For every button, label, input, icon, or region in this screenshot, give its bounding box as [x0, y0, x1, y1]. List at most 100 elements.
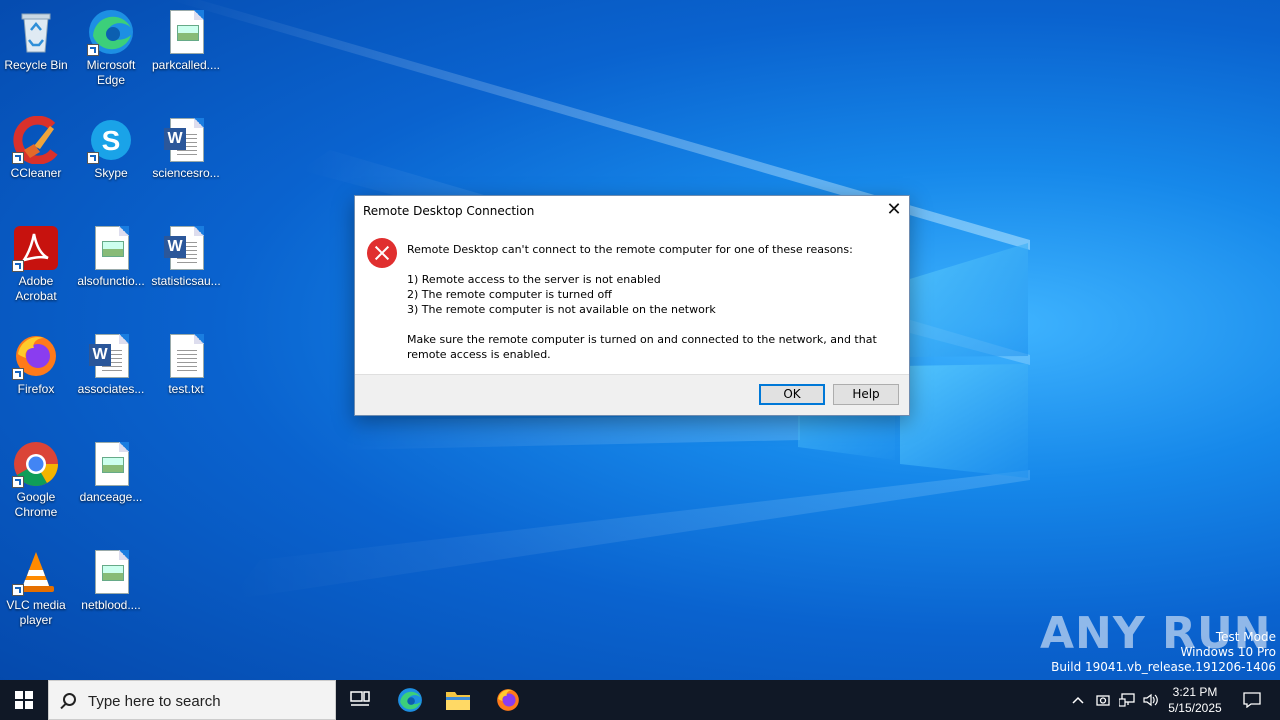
dialog-message: Remote Desktop can't connect to the remo…	[407, 242, 902, 362]
shortcut-arrow-icon	[12, 260, 24, 272]
word-document-icon: W	[87, 332, 135, 380]
desktop-icon-label: Adobe Acrobat	[15, 274, 57, 303]
image-file-icon	[162, 8, 210, 56]
taskbar-file-explorer-button[interactable]	[434, 680, 482, 720]
shortcut-arrow-icon	[12, 368, 24, 380]
desktop-icon-label: Firefox	[17, 382, 55, 396]
shortcut-arrow-icon	[87, 152, 99, 164]
desktop-icon-edge[interactable]: Microsoft Edge	[75, 8, 147, 88]
speaker-icon	[1143, 693, 1158, 707]
edge-icon	[87, 8, 135, 56]
folder-icon	[446, 692, 470, 710]
firefox-icon	[497, 689, 519, 711]
desktop-icon-label: statisticsau...	[151, 274, 221, 288]
desktop-icon-skype[interactable]: S Skype	[75, 116, 147, 181]
error-heading: Remote Desktop can't connect to the remo…	[407, 243, 853, 256]
watermark-line: Build 19041.vb_release.191206-1406	[1051, 660, 1276, 674]
desktop-icon-test-txt[interactable]: test.txt	[150, 332, 222, 397]
network-button[interactable]	[1116, 680, 1138, 720]
tray-app-button[interactable]	[1092, 680, 1114, 720]
task-view-button[interactable]	[336, 680, 384, 720]
windows-test-mode-watermark: Test Mode Windows 10 Pro Build 19041.vb_…	[1051, 630, 1276, 675]
dialog-footer: OK Help	[355, 374, 909, 415]
vlc-cone-icon	[12, 548, 60, 596]
desktop-icon-label: sciencesro...	[152, 166, 220, 180]
desktop-icon-label: CCleaner	[10, 166, 62, 180]
help-button[interactable]: Help	[833, 384, 899, 405]
svg-text:S: S	[102, 125, 121, 156]
desktop-icon-label: Microsoft Edge	[86, 58, 136, 87]
desktop-icon-label: Google Chrome	[14, 490, 58, 519]
reason-item: 2) The remote computer is turned off	[407, 288, 612, 301]
desktop-icon-label: Skype	[94, 166, 128, 180]
ok-button[interactable]: OK	[759, 384, 825, 405]
chrome-icon	[12, 440, 60, 488]
taskbar: Type here to search 3:21 PM 5/15/2025	[0, 680, 1280, 720]
error-icon	[367, 238, 397, 268]
desktop-icon-adobe-acrobat[interactable]: Adobe Acrobat	[0, 224, 72, 304]
clock-date: 5/15/2025	[1168, 701, 1222, 715]
shortcut-arrow-icon	[87, 44, 99, 56]
search-placeholder: Type here to search	[88, 693, 221, 710]
recycle-bin-icon	[12, 8, 60, 56]
ccleaner-icon	[12, 115, 60, 165]
error-advice: Make sure the remote computer is turned …	[407, 333, 877, 361]
reason-item: 3) The remote computer is not available …	[407, 303, 716, 316]
camera-tray-icon	[1096, 695, 1110, 706]
network-icon	[1119, 693, 1135, 707]
dialog-title: Remote Desktop Connection	[363, 204, 535, 218]
word-document-icon: W	[162, 116, 210, 164]
dialog-titlebar[interactable]: Remote Desktop Connection ✕	[355, 196, 909, 226]
desktop-icon-label: parkcalled....	[151, 58, 221, 72]
desktop-icon-label: alsofunctio...	[77, 274, 145, 288]
remote-desktop-error-dialog: Remote Desktop Connection ✕ Remote Deskt…	[354, 195, 910, 416]
taskbar-edge-button[interactable]	[386, 680, 434, 720]
taskbar-search-box[interactable]: Type here to search	[48, 680, 336, 720]
desktop-icon-sciencesro[interactable]: W sciencesro...	[150, 116, 222, 181]
desktop-icon-label: VLC media player	[6, 598, 66, 627]
word-document-icon: W	[162, 224, 210, 272]
clock-time: 3:21 PM	[1172, 685, 1218, 699]
firefox-icon	[12, 332, 60, 380]
watermark-line: Windows 10 Pro	[1180, 645, 1276, 659]
desktop-icon-vlc[interactable]: VLC media player	[0, 548, 72, 628]
edge-icon	[398, 688, 422, 712]
desktop-icon-google-chrome[interactable]: Google Chrome	[0, 440, 72, 520]
image-file-icon	[87, 548, 135, 596]
close-icon[interactable]: ✕	[879, 196, 909, 224]
image-file-icon	[87, 224, 135, 272]
desktop-icon-ccleaner[interactable]: CCleaner	[0, 115, 72, 181]
desktop-icon-firefox[interactable]: Firefox	[0, 332, 72, 397]
volume-button[interactable]	[1140, 680, 1162, 720]
action-center-button[interactable]	[1232, 680, 1272, 720]
show-hidden-icons-button[interactable]	[1066, 680, 1090, 720]
taskbar-clock[interactable]: 3:21 PM 5/15/2025	[1160, 684, 1230, 716]
desktop-icon-label: test.txt	[168, 382, 204, 396]
desktop-icon-alsofunctio[interactable]: alsofunctio...	[75, 224, 147, 289]
desktop-icon-label: associates...	[77, 382, 145, 396]
reason-item: 1) Remote access to the server is not en…	[407, 273, 661, 286]
desktop-icon-associates[interactable]: W associates...	[75, 332, 147, 397]
desktop-icon-statisticsau[interactable]: W statisticsau...	[150, 224, 222, 289]
watermark-line: Test Mode	[1215, 630, 1276, 644]
skype-icon: S	[87, 116, 135, 164]
text-file-icon	[162, 332, 210, 380]
start-button[interactable]	[0, 680, 48, 720]
desktop-icon-label: danceage...	[79, 490, 143, 504]
windows-logo-icon	[15, 691, 33, 709]
shortcut-arrow-icon	[12, 584, 24, 596]
chevron-up-icon	[1072, 696, 1084, 704]
acrobat-icon	[12, 224, 60, 272]
search-icon	[63, 693, 76, 706]
shortcut-arrow-icon	[12, 476, 24, 488]
shortcut-arrow-icon	[12, 152, 24, 164]
taskbar-firefox-button[interactable]	[484, 680, 532, 720]
desktop-icon-label: Recycle Bin	[4, 58, 68, 72]
task-view-icon	[350, 691, 370, 706]
desktop-icon-parkcalled[interactable]: parkcalled....	[150, 8, 222, 73]
notification-icon	[1243, 692, 1261, 708]
desktop-icon-netblood[interactable]: netblood....	[75, 548, 147, 613]
desktop-icon-recycle-bin[interactable]: Recycle Bin	[0, 8, 72, 73]
image-file-icon	[87, 440, 135, 488]
desktop-icon-danceage[interactable]: danceage...	[75, 440, 147, 505]
